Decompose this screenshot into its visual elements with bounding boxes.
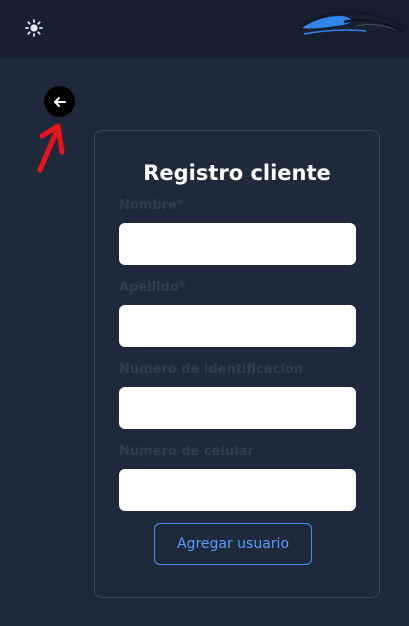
apellido-label: Apellido*	[119, 280, 186, 295]
identificacion-label: Numero de identificación	[119, 362, 303, 377]
nombre-input[interactable]	[119, 223, 356, 265]
form-title: Registro cliente	[143, 161, 331, 185]
identificacion-input[interactable]	[119, 387, 356, 429]
apellido-input[interactable]	[119, 305, 356, 347]
back-button[interactable]	[44, 86, 75, 117]
registration-card: Registro cliente Nombre* Apellido* Numer…	[94, 130, 380, 598]
top-bar	[0, 0, 409, 58]
add-user-button[interactable]: Agregar usuario	[154, 523, 312, 565]
annotation-arrow	[37, 123, 65, 173]
car-logo	[296, 4, 409, 44]
nombre-label: Nombre*	[119, 198, 184, 213]
celular-input[interactable]	[119, 469, 356, 511]
sun-icon[interactable]	[24, 18, 44, 38]
celular-label: Numero de celular	[119, 444, 254, 459]
arrow-left-icon	[53, 96, 66, 107]
